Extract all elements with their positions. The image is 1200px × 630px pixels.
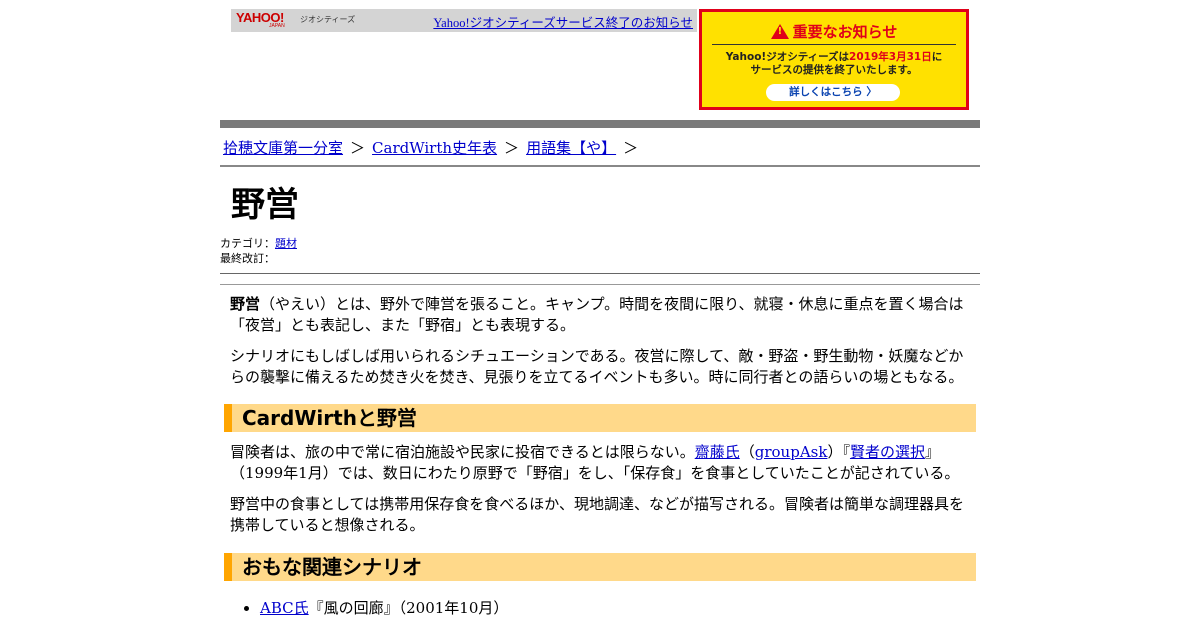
breadcrumb-item-history[interactable]: CardWirth史年表 xyxy=(372,139,497,157)
notice-line2: サービスの提供を終了いたします。 xyxy=(750,64,918,76)
breadcrumb-separator: ＞ xyxy=(350,139,366,157)
yahoo-banner-bar: YAHOO! JAPAN ジオシティーズ Yahoo!ジオシティーズサービス終了… xyxy=(231,9,697,32)
notice-line1-b: に xyxy=(931,51,943,63)
author-link-abc[interactable]: ABC氏 xyxy=(260,599,309,617)
breadcrumb: 拾穂文庫第一分室 ＞ CardWirth史年表 ＞ 用語集【や】 ＞ xyxy=(223,137,645,158)
scenario-list: ABC氏『風の回廊』（2001年10月） xyxy=(260,597,508,618)
category-link[interactable]: 題材 xyxy=(275,237,297,250)
term-bold: 野営 xyxy=(230,295,261,313)
notice-message: Yahoo!ジオシティーズは2019年3月31日に サービスの提供を終了いたしま… xyxy=(708,51,960,77)
scenario-title: 『風の回廊』（2001年10月） xyxy=(308,599,509,617)
warning-icon xyxy=(770,24,789,39)
scenario-link-kenja[interactable]: 賢者の選択 xyxy=(850,443,925,461)
service-end-notice-link[interactable]: Yahoo!ジオシティーズサービス終了のお知らせ xyxy=(433,12,693,31)
geocities-label: ジオシティーズ xyxy=(300,15,356,24)
author-link-saito[interactable]: 齋藤氏 xyxy=(695,443,740,461)
p3-text-c: ）『 xyxy=(827,443,850,461)
notice-divider xyxy=(712,44,956,45)
notice-line1-a: Yahoo!ジオシティーズは xyxy=(725,51,850,63)
breadcrumb-item-home[interactable]: 拾穂文庫第一分室 xyxy=(223,139,343,157)
page-title: 野営 xyxy=(231,185,299,225)
divider xyxy=(220,273,980,274)
yahoo-logo-sub: JAPAN xyxy=(269,23,285,29)
important-notice-box[interactable]: 重要なお知らせ Yahoo!ジオシティーズは2019年3月31日に サービスの提… xyxy=(699,9,969,110)
group-link-groupask[interactable]: groupAsk xyxy=(755,443,828,461)
paragraph-meals: 野営中の食事としては携帯用保存食を食べるほか、現地調達、などが描写される。冒険者… xyxy=(230,495,964,534)
header-gray-rule xyxy=(220,120,980,128)
notice-title: 重要なお知らせ xyxy=(702,21,966,42)
section-heading-related-scenarios: おもな関連シナリオ xyxy=(224,553,976,581)
breadcrumb-separator: ＞ xyxy=(504,139,520,157)
divider xyxy=(220,284,980,285)
section-heading-cardwirth: CardWirthと野営 xyxy=(224,404,976,432)
article-meta: カテゴリ：題材 最終改訂： xyxy=(220,236,297,266)
paragraph-adventurer: 冒険者は、旅の中で常に宿泊施設や民家に投宿できるとは限らない。齋藤氏（group… xyxy=(230,442,970,484)
notice-details-button[interactable]: 詳しくはこちら 〉 xyxy=(766,84,900,101)
p3-text-b: （ xyxy=(739,443,755,461)
p3-text-a: 冒険者は、旅の中で常に宿泊施設や民家に投宿できるとは限らない。 xyxy=(230,443,695,461)
notice-date: 2019年3月31日 xyxy=(849,51,932,63)
notice-title-text: 重要なお知らせ xyxy=(792,23,898,41)
list-item: ABC氏『風の回廊』（2001年10月） xyxy=(260,597,508,618)
paragraph-scenario-usage: シナリオにもしばしば用いられるシチュエーションである。夜営に際して、敵・野盗・野… xyxy=(230,347,964,386)
breadcrumb-item-glossary-ya[interactable]: 用語集【や】 xyxy=(526,139,616,157)
paragraph-definition: 野営（やえい）とは、野外で陣営を張ること。キャンプ。時間を夜間に限り、就寝・休息… xyxy=(230,294,970,336)
definition-text: （やえい）とは、野外で陣営を張ること。キャンプ。時間を夜間に限り、就寝・休息に重… xyxy=(230,295,964,334)
page-content: 拾穂文庫第一分室 ＞ CardWirth史年表 ＞ 用語集【や】 ＞ 野営 カテゴリ：題材… xyxy=(220,111,980,630)
breadcrumb-separator: ＞ xyxy=(623,139,639,157)
category-label: カテゴリ： xyxy=(220,237,275,250)
revised-label: 最終改訂： xyxy=(220,252,275,265)
divider xyxy=(220,165,980,167)
